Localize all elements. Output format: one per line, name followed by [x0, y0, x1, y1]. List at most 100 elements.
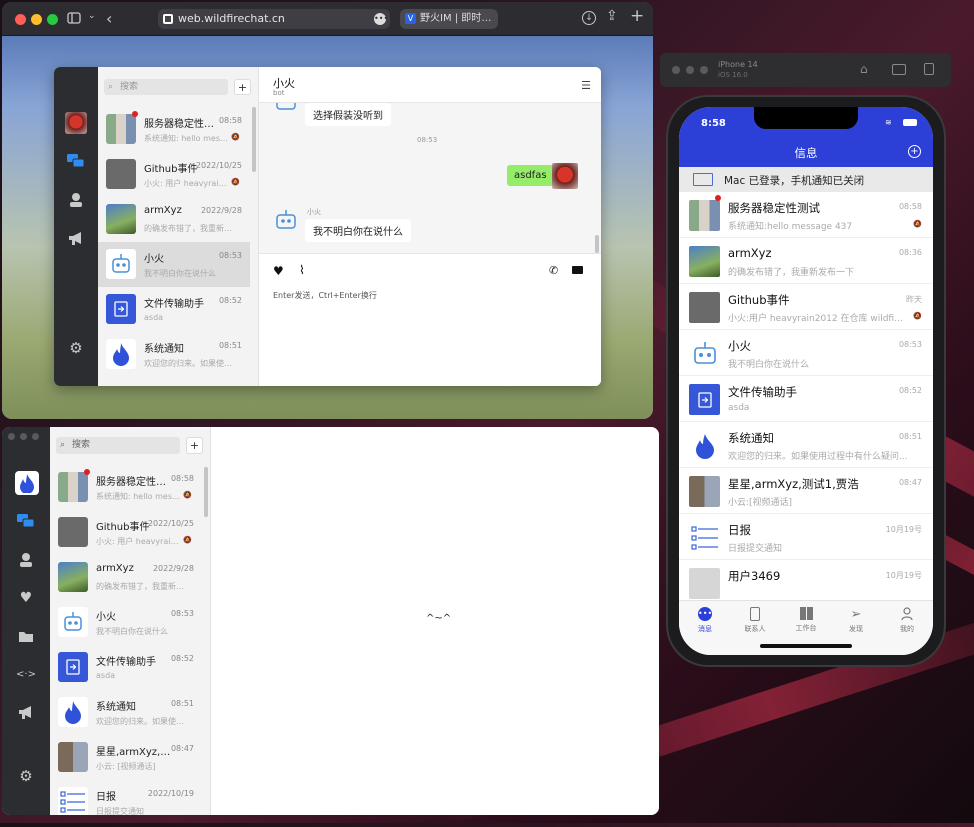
- status-time: 8:58: [701, 118, 726, 129]
- tab-me[interactable]: 我的: [887, 607, 927, 634]
- list-item[interactable]: 系统通知 08:51 欢迎您的归来。如果使用过程中有什么疑问...: [679, 422, 933, 468]
- new-tab-icon[interactable]: +: [630, 6, 644, 26]
- list-item[interactable]: 小火 08:53 我不明白你在说什么: [50, 599, 202, 644]
- search-placeholder: 搜索: [120, 82, 139, 92]
- chevron-down-icon[interactable]: ⌄: [88, 11, 96, 21]
- address-bar[interactable]: web.wildfirechat.cn •••: [158, 9, 390, 29]
- flame-logo-icon[interactable]: [15, 471, 39, 495]
- close-window-button[interactable]: [8, 433, 15, 440]
- broadcast-icon[interactable]: [66, 229, 86, 247]
- list-item[interactable]: 服务器稳定性测试 08:58 系统通知: hello messa... 🔕: [98, 107, 250, 152]
- close-window-button[interactable]: [672, 66, 680, 74]
- list-item[interactable]: 文件传输助手 08:52 asda: [50, 644, 202, 689]
- list-item[interactable]: 系统通知 08:51 欢迎您的归来。如果使...: [50, 689, 202, 734]
- conv-name: Github事件: [728, 293, 790, 307]
- zoom-window-button[interactable]: [700, 66, 708, 74]
- conv-name: 文件传输助手: [728, 385, 797, 399]
- list-item[interactable]: armXyz 08:36 的确发布错了，我重新发布一下: [679, 238, 933, 284]
- list-item[interactable]: Github事件 2022/10/25 小火: 用户 heavyrain... …: [50, 509, 202, 554]
- back-icon[interactable]: ‹: [106, 9, 112, 28]
- battery-icon: [903, 119, 917, 126]
- list-item[interactable]: 服务器稳定性测试 08:58 系统通知:hello message 437 🔕: [679, 192, 933, 238]
- list-item[interactable]: 服务器稳定性测试 08:58 系统通知: hello mess... 🔕: [50, 464, 202, 509]
- more-icon[interactable]: •••: [374, 13, 388, 25]
- broadcast-icon[interactable]: [16, 703, 36, 721]
- screenshot-icon[interactable]: [892, 64, 906, 75]
- tab-wildfire[interactable]: V 野火IM | 即时通...: [400, 9, 498, 29]
- conv-msg: 小火: 用户 heavyrain2...: [144, 179, 228, 188]
- composer[interactable]: ♥ ⌇ ✆ Enter发送，Ctrl+Enter换行: [259, 253, 601, 386]
- phone-icon[interactable]: ✆: [549, 264, 558, 277]
- minimize-window-button[interactable]: [31, 14, 42, 25]
- conv-msg: asda: [144, 313, 164, 322]
- list-item[interactable]: 星星,armXyz,测... 08:47 小云: [视频通话]: [50, 734, 202, 779]
- list-item-selected[interactable]: 小火 08:53 我不明白你在说什么: [98, 242, 250, 287]
- home-icon[interactable]: ⌂: [860, 62, 868, 76]
- zoom-window-button[interactable]: [47, 14, 58, 25]
- list-item[interactable]: 文件传输助手 08:52 asda: [679, 376, 933, 422]
- flame-logo-icon: [689, 430, 720, 461]
- search-icon: ⌕: [60, 440, 66, 450]
- scrollbar[interactable]: [252, 107, 256, 172]
- url-text: web.wildfirechat.cn: [178, 12, 285, 25]
- photo-avatar: [58, 562, 88, 592]
- tab-workbench[interactable]: 工作台: [786, 607, 826, 633]
- login-notice[interactable]: Mac 已登录，手机通知已关闭: [679, 167, 933, 192]
- settings-gear-icon[interactable]: ⚙: [16, 767, 36, 785]
- list-item[interactable]: 日报 2022/10/19 日报提交通知: [50, 779, 202, 815]
- chat-icon[interactable]: [16, 513, 36, 529]
- scrollbar[interactable]: [595, 235, 599, 253]
- iphone-screen: 8:58 ≋ 信息 + Mac 已登录，手机通知已关闭 服务器稳定性测试 08:…: [679, 107, 933, 655]
- search-input[interactable]: ⌕ 搜索: [56, 437, 180, 454]
- folder-icon[interactable]: [16, 627, 36, 645]
- settings-gear-icon[interactable]: ⚙: [66, 339, 86, 357]
- list-item[interactable]: 日报 10月19号 日报提交通知: [679, 514, 933, 560]
- minimize-window-button[interactable]: [20, 433, 27, 440]
- desktop-conversation-list: ⌕ 搜索 + 服务器稳定性测试 08:58 系统通知: hello mess..…: [50, 427, 211, 815]
- avatar[interactable]: [65, 112, 87, 134]
- list-item[interactable]: 文件传输助手 08:52 asda: [98, 287, 250, 332]
- mute-icon: 🔕: [183, 536, 192, 544]
- tab-discover[interactable]: ➢ 发现: [836, 607, 876, 634]
- list-item[interactable]: armXyz 2022/9/28 的确发布错了，我重新...: [50, 554, 202, 599]
- tab-messages[interactable]: ••• 消息: [685, 607, 725, 634]
- chat-settings-icon[interactable]: ☰: [581, 79, 591, 92]
- conv-time: 2022/10/25: [195, 161, 242, 170]
- desktop-empty-pane: ^~^: [211, 427, 659, 815]
- minimize-window-button[interactable]: [686, 66, 694, 74]
- contacts-icon[interactable]: [16, 551, 36, 569]
- chat-icon[interactable]: [66, 153, 86, 169]
- attachment-icon[interactable]: ⌇: [299, 263, 305, 277]
- download-icon[interactable]: ↓: [582, 11, 596, 25]
- rotate-icon[interactable]: [924, 63, 934, 75]
- list-item[interactable]: 系统通知 08:51 欢迎您的归来。如果使...: [98, 332, 250, 377]
- sidebar-toggle-icon[interactable]: [66, 10, 82, 26]
- heart-icon[interactable]: ♥: [273, 264, 284, 278]
- conv-name: 小火: [144, 254, 164, 265]
- add-button[interactable]: +: [186, 437, 203, 454]
- scrollbar[interactable]: [204, 467, 208, 517]
- conv-time: 10月19号: [885, 525, 922, 534]
- search-input[interactable]: ⌕ 搜索: [104, 79, 228, 95]
- conv-time: 08:47: [170, 744, 194, 753]
- list-item[interactable]: 星星,armXyz,测试1,贾浩 08:47 小云:[视频通话]: [679, 468, 933, 514]
- list-item[interactable]: Github事件 昨天 小火:用户 heavyrain2012 在仓库 wild…: [679, 284, 933, 330]
- add-circle-icon[interactable]: +: [908, 145, 921, 158]
- tab-contacts[interactable]: 联系人: [735, 607, 775, 634]
- list-item[interactable]: 用户3469 10月19号: [679, 560, 933, 600]
- monitor-icon: [693, 173, 713, 186]
- contacts-icon[interactable]: [66, 191, 86, 209]
- video-icon[interactable]: [572, 266, 583, 274]
- add-button[interactable]: +: [234, 79, 251, 95]
- code-icon[interactable]: <·>: [16, 665, 36, 683]
- list-item[interactable]: Github事件 2022/10/25 小火: 用户 heavyrain2...…: [98, 152, 250, 197]
- close-window-button[interactable]: [15, 14, 26, 25]
- share-icon[interactable]: ⇪: [606, 8, 618, 24]
- list-item[interactable]: 小火 08:53 我不明白你在说什么: [679, 330, 933, 376]
- list-item[interactable]: armXyz 2022/9/28 的确发布错了，我重新...: [98, 197, 250, 242]
- favorites-heart-icon[interactable]: ♥: [16, 589, 36, 607]
- dynamic-notch: [754, 107, 858, 129]
- conv-time: 2022/10/19: [147, 789, 194, 798]
- zoom-window-button[interactable]: [32, 433, 39, 440]
- robot-avatar-icon: [273, 103, 299, 113]
